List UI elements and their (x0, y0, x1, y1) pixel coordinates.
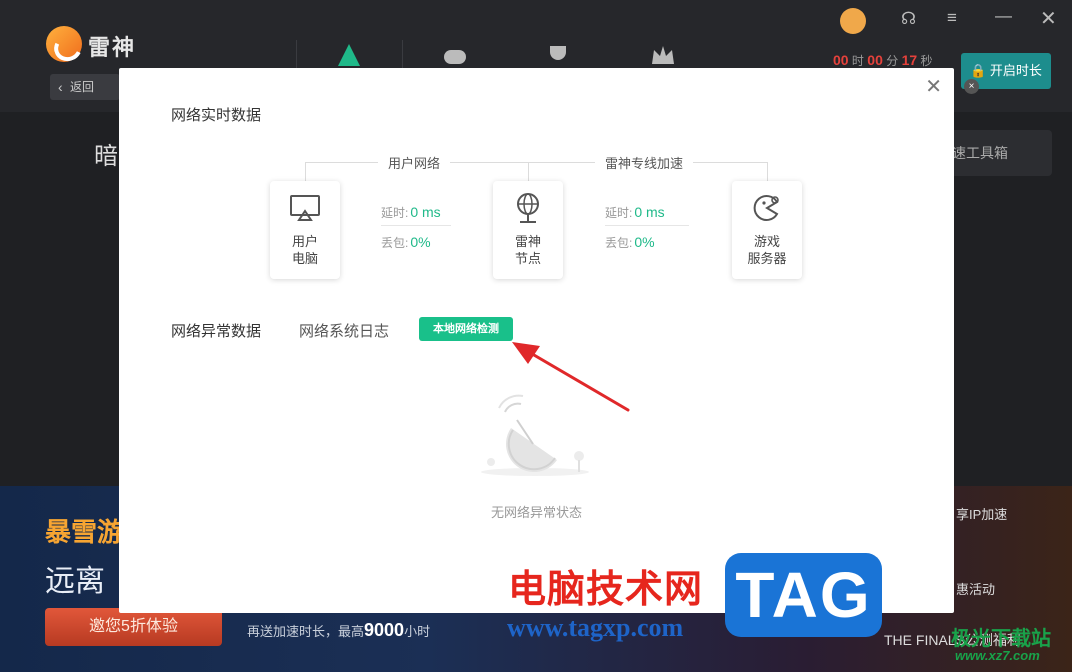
game-pacman-icon (753, 195, 779, 221)
watermark-cn-text: 电脑技术网 (508, 569, 704, 611)
connector-line (528, 162, 529, 182)
latency-stat: 延时: 0 ms (605, 204, 665, 220)
connector-line (767, 162, 768, 182)
tab-network-syslog[interactable]: 网络系统日志 (299, 320, 389, 341)
watermark-tag-logo: TAG (725, 553, 882, 637)
headset-icon[interactable]: ☊ (901, 9, 916, 29)
user-network-label: 用户网络 (378, 153, 451, 172)
avatar[interactable] (840, 8, 866, 34)
latency-stat: 延时: 0 ms (381, 204, 441, 220)
app-logo-text: 雷神 (88, 35, 137, 60)
watermark-jiguang: 极光下载站 (951, 628, 1051, 650)
gamepad-tab-icon[interactable] (442, 42, 468, 68)
banner-note: 再送加速时长，最高9000小时 (247, 620, 431, 640)
empty-state-text: 无网络异常状态 (490, 505, 582, 520)
stat-divider (381, 225, 451, 226)
banner-side-item[interactable]: 惠活动 (956, 579, 995, 598)
close-icon[interactable]: ✕ (925, 74, 942, 99)
home-tab-icon[interactable] (336, 42, 362, 68)
watermark-url: www.tagxp.com (507, 613, 684, 642)
leishen-line-label: 雷神专线加速 (595, 153, 694, 172)
back-button[interactable]: ‹ 返回 (50, 74, 120, 100)
monitor-icon (290, 195, 320, 221)
tab-network-anomaly[interactable]: 网络异常数据 (171, 320, 261, 341)
chevron-left-icon: ‹ (58, 79, 63, 95)
node-game-server: 游戏 服务器 (732, 181, 802, 279)
packet-loss-stat: 丢包: 0% (381, 234, 431, 250)
local-network-check-button[interactable]: 本地网络检测 (419, 317, 513, 341)
toolbox-button[interactable]: 速工具箱 (940, 130, 1052, 176)
node-label: 雷神 节点 (514, 234, 541, 266)
node-user-computer: 用户 电脑 (270, 181, 340, 279)
watermark-xz-url: www.xz7.com (955, 648, 1040, 663)
stat-divider (605, 225, 689, 226)
close-window-icon[interactable]: ✕ (1040, 6, 1057, 31)
trophy-tab-icon[interactable] (545, 42, 571, 68)
node-label: 用户 电脑 (291, 234, 318, 266)
minimize-icon[interactable]: — (995, 6, 1012, 26)
globe-pin-icon (517, 193, 539, 223)
realtime-section-title: 网络实时数据 (171, 107, 262, 124)
packet-loss-stat: 丢包: 0% (605, 234, 655, 250)
connector-line (305, 162, 306, 182)
satellite-dish-icon (481, 394, 589, 476)
remaining-time: 00 时 00 分 17 秒 (833, 52, 933, 68)
dismiss-icon[interactable]: × (964, 79, 979, 94)
connector-line (305, 162, 767, 163)
node-leishen: 雷神 节点 (493, 181, 563, 279)
banner-side-item[interactable]: 享IP加速 (956, 504, 1007, 523)
crown-tab-icon[interactable] (650, 42, 676, 68)
leishen-logo-icon (46, 26, 82, 62)
node-label: 游戏 服务器 (747, 234, 787, 266)
network-data-dialog: ✕ 网络实时数据 用户网络 雷神专线加速 用户 电脑 雷神 节点 游戏 服务器 … (119, 68, 954, 613)
banner-subtitle: 远离 (45, 565, 105, 598)
background-title: 暗 (94, 143, 118, 170)
banner-title: 暴雪游 (45, 517, 124, 547)
banner-cta-button[interactable]: 邀您5折体验 (45, 608, 222, 646)
back-button-label: 返回 (70, 80, 95, 94)
menu-icon[interactable]: ≡ (947, 8, 957, 28)
